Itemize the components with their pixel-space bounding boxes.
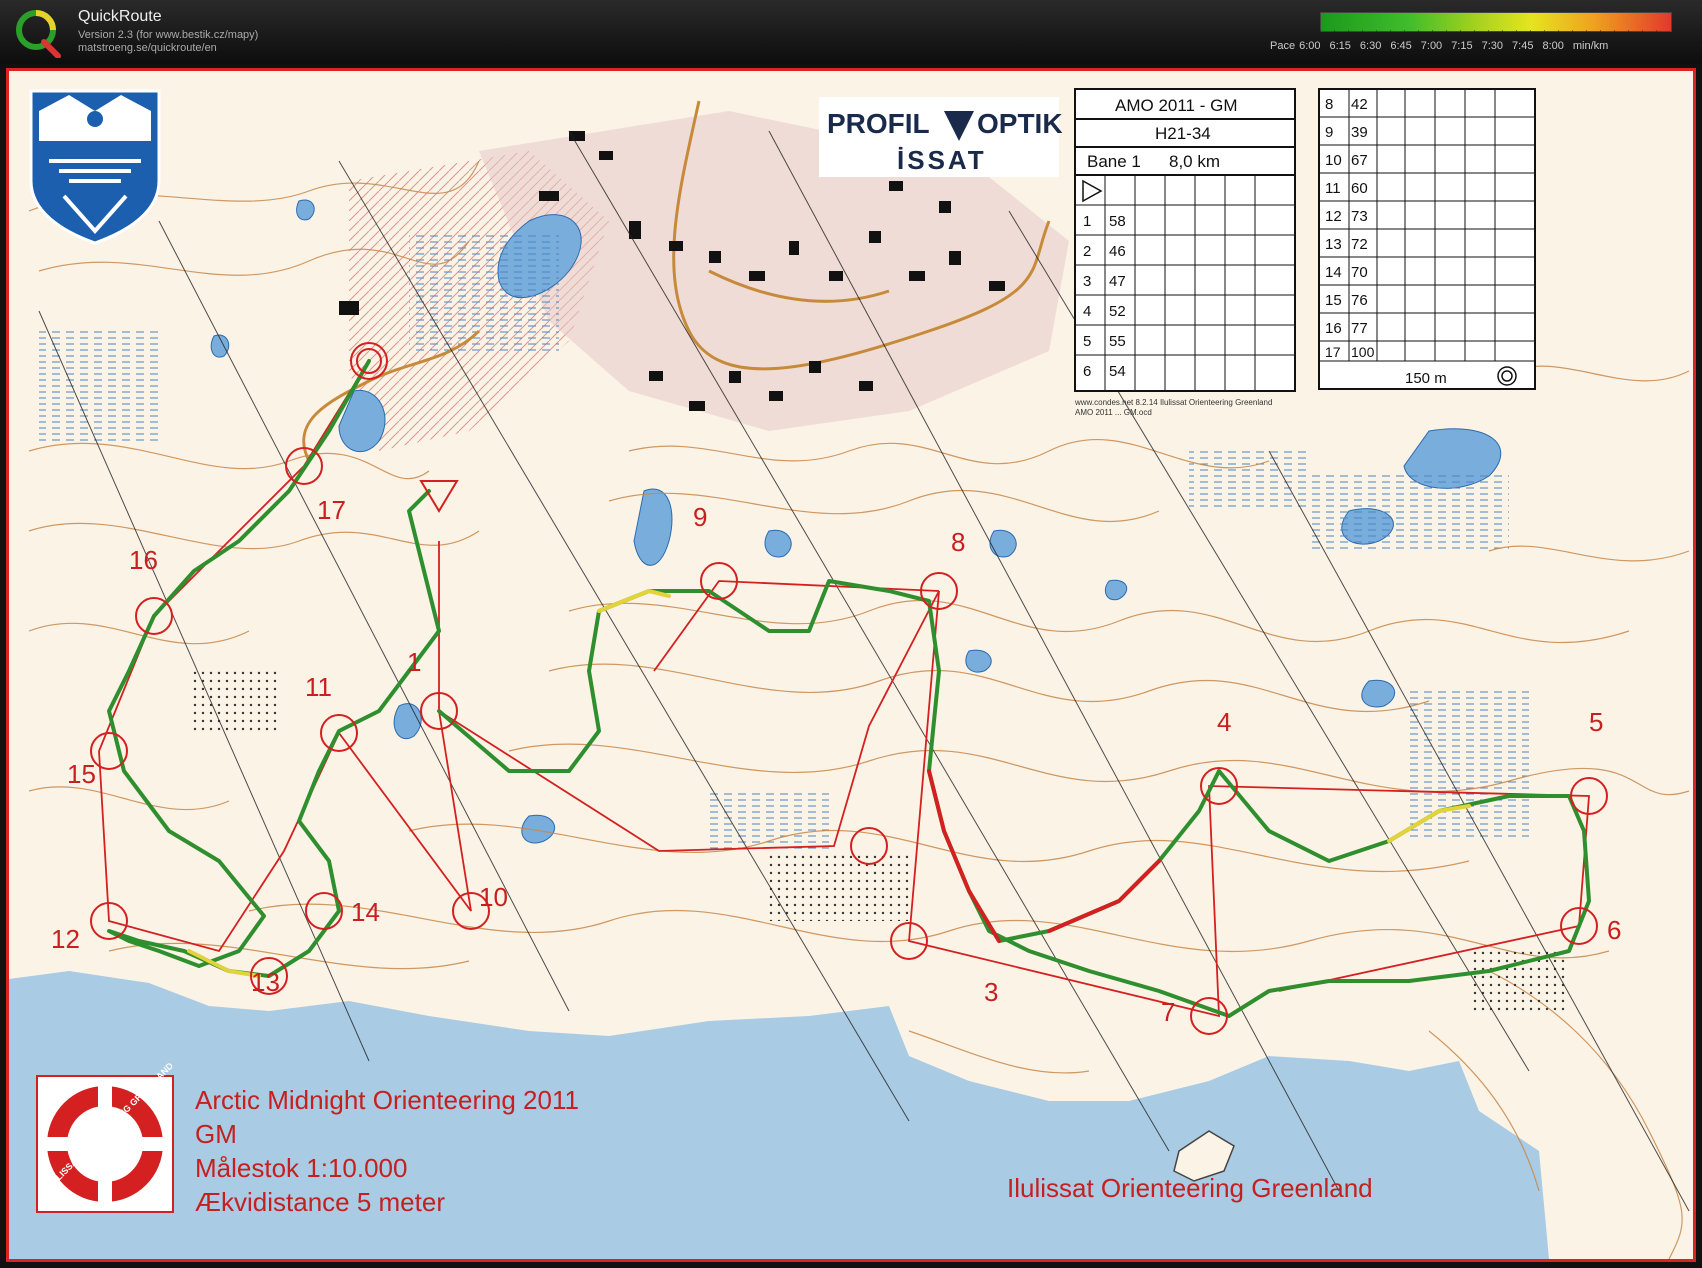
control-label-13: 13 — [251, 967, 280, 997]
pace-tick: 8:00 — [1542, 40, 1564, 52]
map-subtitle: GM — [195, 1119, 237, 1149]
ctrl-code: 70 — [1351, 264, 1368, 281]
control-label-6: 6 — [1607, 915, 1621, 945]
pace-tick: 7:30 — [1481, 40, 1504, 52]
ctrl-code: 77 — [1351, 320, 1368, 337]
pace-color-scale: Pace 6:00 6:15 6:30 6:45 7:00 7:15 7:30 7:45 8:00… — [1270, 12, 1672, 52]
course-name: Bane 1 — [1087, 152, 1141, 171]
ctrl-code: 67 — [1351, 152, 1368, 169]
pace-prefix: Pace — [1270, 40, 1296, 52]
control-label-12: 12 — [51, 924, 80, 954]
sponsor-line1: PROFIL — [827, 108, 930, 139]
map-scale: Målestok 1:10.000 — [195, 1153, 407, 1183]
sponsor-line2: İSSAT — [897, 145, 987, 175]
coat-of-arms-icon — [29, 89, 161, 245]
orienteering-map[interactable]: 1 3 4 5 6 7 8 9 10 11 12 13 14 15 16 17 … — [9, 71, 1693, 1259]
ctrl-num: 12 — [1325, 208, 1342, 225]
pace-tick: 7:45 — [1512, 40, 1534, 52]
ctrl-num: 4 — [1083, 303, 1091, 320]
pace-tick: 6:15 — [1329, 40, 1351, 52]
sponsor-logo: PROFIL OPTIK İSSAT — [819, 97, 1063, 177]
control-label-16: 16 — [129, 545, 158, 575]
pace-tick: 6:30 — [1359, 40, 1382, 52]
app-version: Version 2.3 (for www.bestik.cz/mapy) mat… — [78, 29, 258, 55]
ctrl-num: 15 — [1325, 292, 1342, 309]
ctrl-code: 60 — [1351, 180, 1368, 197]
ctrl-code: 46 — [1109, 243, 1126, 260]
print-note-1: www.condes.net 8.2.14 Ilulissat Orientee… — [1074, 398, 1272, 407]
ctrl-num: 10 — [1325, 152, 1342, 169]
control-label-7: 7 — [1161, 997, 1175, 1027]
club-logo: ILULISSAT ORIENTEERING GREENLAND — [36, 1060, 175, 1213]
ctrl-code: 39 — [1351, 124, 1368, 141]
ctrl-num: 9 — [1325, 124, 1333, 141]
sponsor-line1b: OPTIK — [977, 108, 1063, 139]
pace-ticks — [1320, 30, 1670, 34]
ctrl-code: 47 — [1109, 273, 1126, 290]
pace-gradient-bar — [1320, 12, 1672, 32]
app-title: QuickRoute — [78, 8, 162, 25]
ctrl-code: 72 — [1351, 236, 1368, 253]
control-label-14: 14 — [351, 897, 380, 927]
ctrl-num: 13 — [1325, 236, 1342, 253]
pace-unit: min/km — [1572, 40, 1609, 52]
ctrl-num: 6 — [1083, 363, 1091, 380]
ctrl-num: 5 — [1083, 333, 1091, 350]
control-label-17: 17 — [317, 495, 346, 525]
ctrl-num: 11 — [1325, 180, 1341, 197]
ctrl-num: 3 — [1083, 273, 1091, 290]
ctrl-code: 52 — [1109, 303, 1126, 320]
control-label-3: 3 — [984, 977, 998, 1007]
finish-distance: 150 m — [1405, 370, 1447, 387]
ctrl-num: 16 — [1325, 320, 1342, 337]
ctrl-num: 17 — [1325, 344, 1341, 360]
quickroute-header: QuickRoute Version 2.3 (for www.bestik.c… — [0, 0, 1702, 64]
pace-tick: 7:15 — [1451, 40, 1473, 52]
pace-tick: 6:00 — [1299, 40, 1321, 52]
ctrl-code: 73 — [1351, 208, 1368, 225]
map-contour-interval: Ækvidistance 5 meter — [195, 1187, 445, 1217]
app-url: matstroeng.se/quickroute/en — [78, 42, 217, 54]
print-note-2: AMO 2011 ... GM.ocd — [1075, 408, 1152, 417]
ctrl-num: 8 — [1325, 96, 1333, 113]
pace-labels: Pace 6:00 6:15 6:30 6:45 7:00 7:15 7:30 7:45 8:00… — [1270, 40, 1700, 52]
course-event: AMO 2011 - GM — [1115, 96, 1238, 115]
control-label-4: 4 — [1217, 707, 1231, 737]
quickroute-logo-icon — [16, 10, 61, 58]
ctrl-code: 58 — [1109, 213, 1126, 230]
ctrl-code: 54 — [1109, 363, 1126, 380]
app-version-text: Version 2.3 (for www.bestik.cz/mapy) — [78, 29, 259, 41]
control-label-15: 15 — [67, 759, 96, 789]
control-label-8: 8 — [951, 527, 965, 557]
ctrl-code: 76 — [1351, 292, 1368, 309]
map-title: Arctic Midnight Orienteering 2011 — [195, 1085, 579, 1115]
ctrl-code: 55 — [1109, 333, 1126, 350]
pace-tick: 6:45 — [1390, 40, 1412, 52]
ctrl-num: 14 — [1325, 264, 1342, 281]
control-label-10: 10 — [479, 882, 508, 912]
control-label-1: 1 — [407, 647, 421, 677]
ctrl-num: 1 — [1083, 213, 1091, 230]
control-label-9: 9 — [693, 502, 707, 532]
ctrl-code: 100 — [1351, 344, 1375, 360]
course-class: H21-34 — [1155, 124, 1211, 143]
control-label-11: 11 — [305, 672, 332, 702]
ctrl-num: 2 — [1083, 243, 1091, 260]
ctrl-code: 42 — [1351, 96, 1368, 113]
pace-tick: 7:00 — [1420, 40, 1443, 52]
control-label-5: 5 — [1589, 707, 1603, 737]
map-frame: 1 3 4 5 6 7 8 9 10 11 12 13 14 15 16 17 … — [6, 68, 1696, 1262]
course-length: 8,0 km — [1169, 152, 1220, 171]
club-name: Ilulissat Orienteering Greenland — [1007, 1173, 1373, 1203]
